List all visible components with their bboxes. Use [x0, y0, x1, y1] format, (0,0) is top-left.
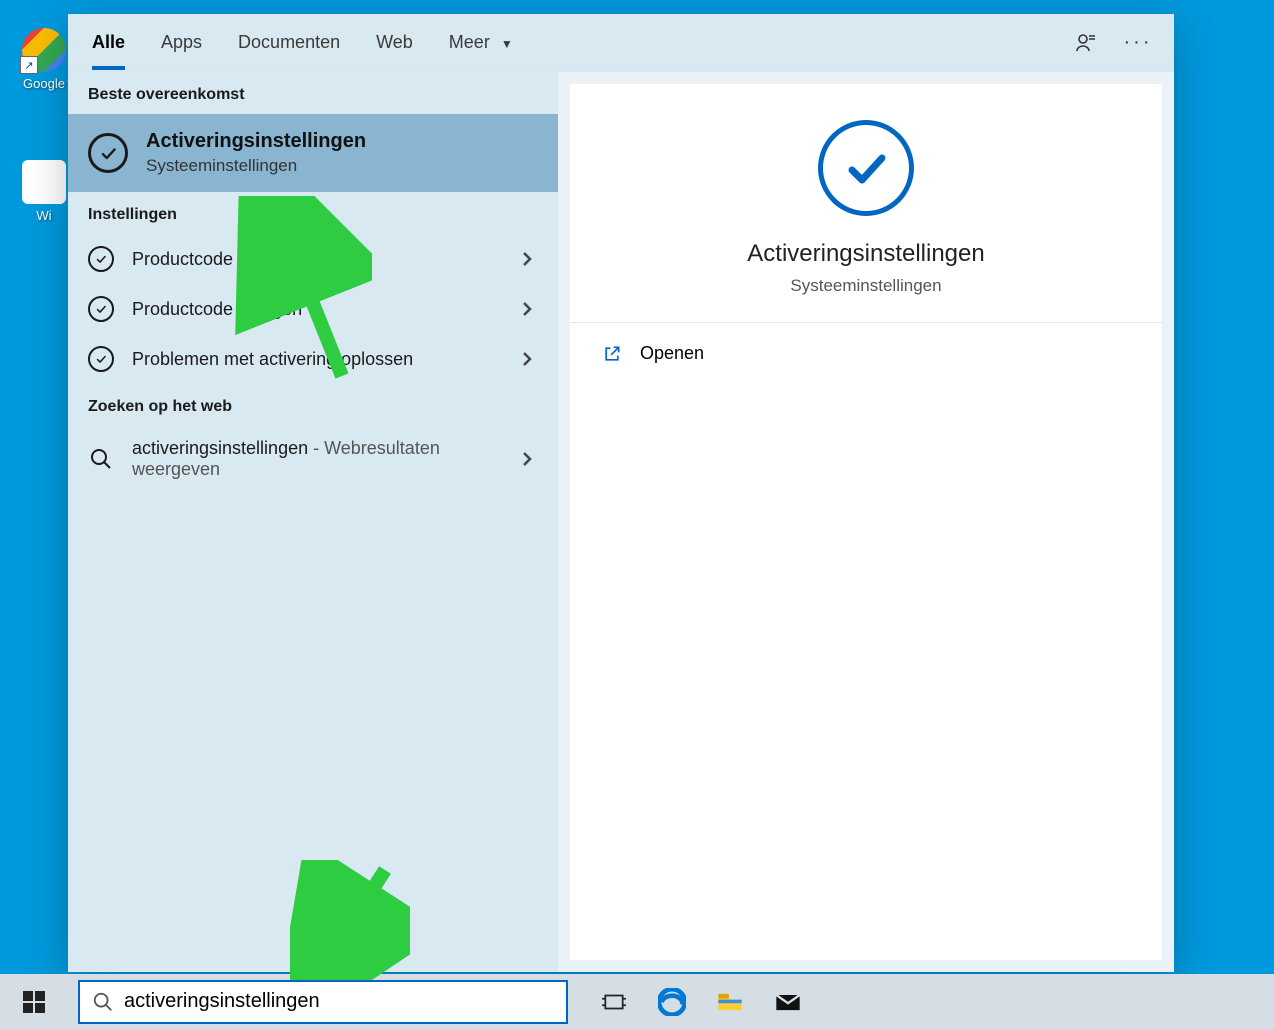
chevron-right-icon [516, 350, 538, 368]
check-circle-icon [88, 296, 114, 322]
desktop-shortcut-secondary[interactable]: Wi [14, 160, 74, 223]
search-tabs: Alle Apps Documenten Web Meer ▼ ··· [68, 14, 1174, 72]
search-panel: Alle Apps Documenten Web Meer ▼ ··· Best… [68, 14, 1174, 972]
settings-header: Instellingen [68, 192, 558, 234]
open-action[interactable]: Openen [570, 323, 1162, 384]
settings-item-troubleshoot[interactable]: Problemen met activering oplossen [68, 334, 558, 384]
windows-logo-icon [23, 991, 45, 1013]
search-input[interactable] [124, 990, 554, 1013]
chevron-down-icon: ▼ [501, 37, 513, 51]
settings-item-buy-key[interactable]: Productcode kopen [68, 234, 558, 284]
settings-item-change-key[interactable]: Productcode wijzigen [68, 284, 558, 334]
best-match-item[interactable]: Activeringsinstellingen Systeeminstellin… [68, 114, 558, 192]
task-view-icon[interactable] [598, 986, 630, 1018]
best-match-subtitle: Systeeminstellingen [146, 156, 366, 176]
desktop-icon-label: Google [23, 76, 65, 91]
taskbar-search-box[interactable] [78, 980, 568, 1024]
detail-check-icon [818, 120, 914, 216]
web-term: activeringsinstellingen [132, 438, 308, 458]
desktop-chrome-shortcut[interactable]: ↗ Google [14, 28, 74, 91]
open-label: Openen [640, 343, 704, 364]
edge-icon[interactable] [656, 986, 688, 1018]
search-icon [92, 991, 114, 1013]
tab-more-label: Meer [449, 32, 490, 52]
result-label: Productcode wijzigen [132, 299, 498, 320]
search-results-left: Beste overeenkomst Activeringsinstelling… [68, 72, 558, 972]
best-match-header: Beste overeenkomst [68, 72, 558, 114]
start-button[interactable] [0, 974, 68, 1029]
chevron-right-icon [516, 250, 538, 268]
generic-app-icon [22, 160, 66, 204]
best-match-title: Activeringsinstellingen [146, 130, 366, 153]
tab-documents[interactable]: Documenten [238, 16, 340, 69]
check-circle-icon [88, 246, 114, 272]
desktop-icon-label: Wi [36, 208, 51, 223]
check-circle-icon [88, 133, 128, 173]
tab-web[interactable]: Web [376, 16, 413, 69]
open-external-icon [602, 344, 622, 364]
feedback-icon[interactable] [1074, 31, 1098, 55]
chevron-right-icon [516, 300, 538, 318]
file-explorer-icon[interactable] [714, 986, 746, 1018]
shortcut-arrow-icon: ↗ [20, 56, 38, 74]
search-icon [88, 446, 114, 472]
result-label: Problemen met activering oplossen [132, 349, 498, 370]
chrome-icon: ↗ [22, 28, 66, 72]
tab-more[interactable]: Meer ▼ [449, 16, 513, 69]
web-header: Zoeken op het web [68, 384, 558, 426]
tab-all[interactable]: Alle [92, 16, 125, 69]
chevron-right-icon [516, 450, 538, 468]
search-detail-pane: Activeringsinstellingen Systeeminstellin… [558, 72, 1174, 972]
check-circle-icon [88, 346, 114, 372]
web-result-item[interactable]: activeringsinstellingen - Webresultaten … [68, 426, 558, 492]
detail-title: Activeringsinstellingen [747, 240, 984, 268]
more-options-icon[interactable]: ··· [1126, 31, 1150, 55]
tab-apps[interactable]: Apps [161, 16, 202, 69]
mail-icon[interactable] [772, 986, 804, 1018]
web-result-label: activeringsinstellingen - Webresultaten … [132, 438, 498, 480]
taskbar [0, 974, 1274, 1029]
detail-subtitle: Systeeminstellingen [790, 276, 941, 296]
result-label: Productcode kopen [132, 249, 498, 270]
